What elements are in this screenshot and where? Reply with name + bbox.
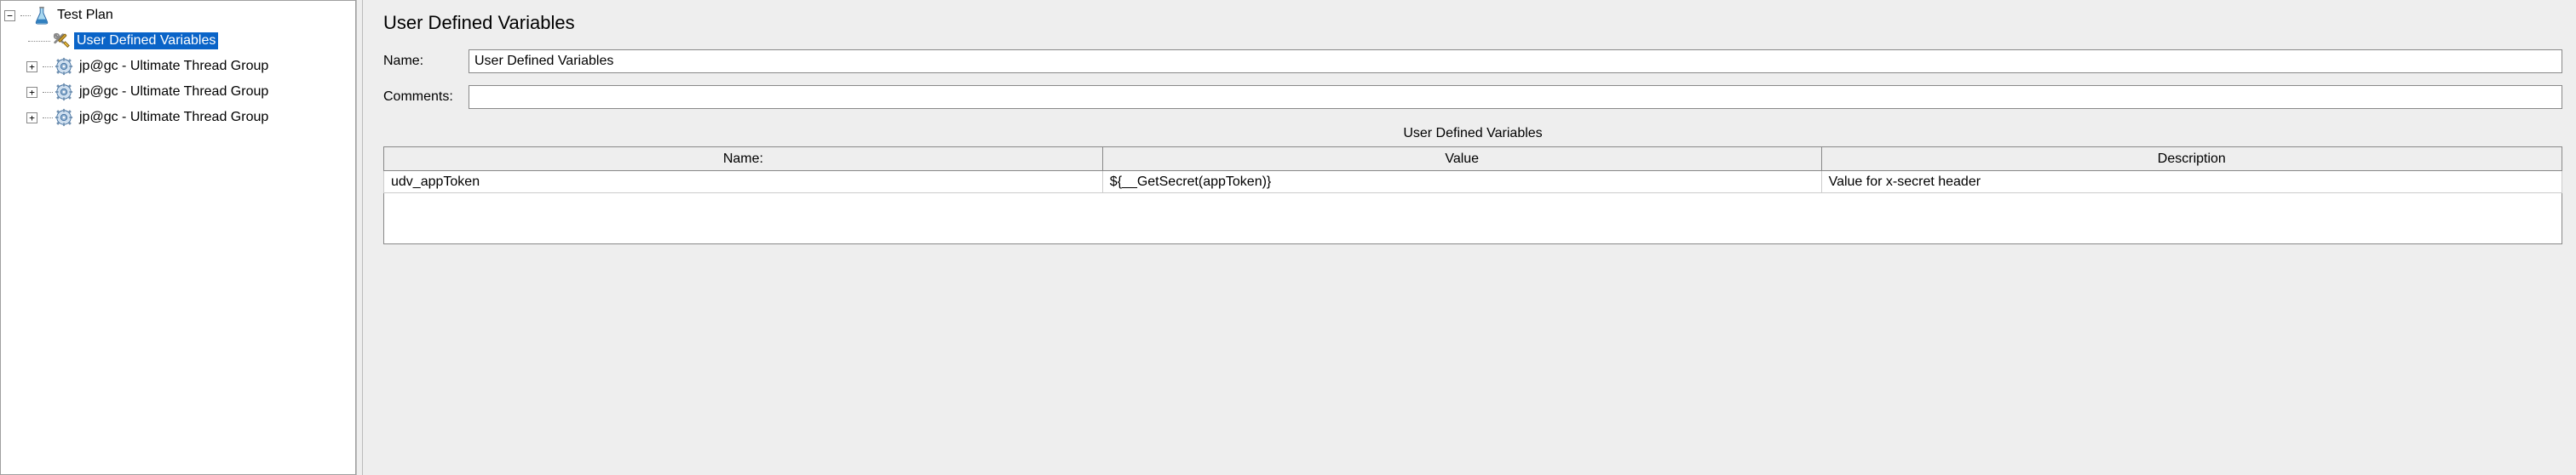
content-panel: User Defined Variables Name: Comments: U… bbox=[363, 0, 2576, 475]
expand-icon[interactable]: + bbox=[26, 87, 37, 98]
comments-label: Comments: bbox=[383, 89, 469, 105]
table-cell-description[interactable]: Value for x-secret header bbox=[1821, 171, 2562, 193]
tree-node-label: User Defined Variables bbox=[74, 32, 218, 49]
tree-panel: − Test Plan User Defined Variables + bbox=[0, 0, 356, 475]
tree-connector bbox=[28, 41, 50, 42]
tree-node-thread-group[interactable]: + jp@gc - Ultimate Thread Group bbox=[3, 54, 354, 79]
gear-icon bbox=[55, 83, 73, 101]
table-empty-area[interactable] bbox=[384, 193, 2562, 244]
collapse-icon[interactable]: − bbox=[4, 10, 15, 21]
table-section-title: User Defined Variables bbox=[383, 126, 2562, 141]
tree-node-test-plan[interactable]: − Test Plan bbox=[3, 3, 354, 28]
name-input[interactable] bbox=[469, 49, 2562, 73]
name-label: Name: bbox=[383, 54, 469, 69]
variables-table: Name: Value Description udv_appToken ${_… bbox=[383, 146, 2562, 244]
expand-icon[interactable]: + bbox=[26, 61, 37, 72]
tree-connector bbox=[43, 117, 53, 118]
comments-input[interactable] bbox=[469, 85, 2562, 109]
expand-icon[interactable]: + bbox=[26, 112, 37, 123]
tree-node-label: jp@gc - Ultimate Thread Group bbox=[77, 58, 271, 75]
tree-node-label: jp@gc - Ultimate Thread Group bbox=[77, 83, 271, 100]
table-row[interactable]: udv_appToken ${__GetSecret(appToken)} Va… bbox=[384, 171, 2562, 193]
table-cell-value[interactable]: ${__GetSecret(appToken)} bbox=[1102, 171, 1821, 193]
comments-field-row: Comments: bbox=[383, 85, 2562, 109]
tree-connector bbox=[43, 92, 53, 93]
name-field-row: Name: bbox=[383, 49, 2562, 73]
tree-connector bbox=[43, 66, 53, 67]
tree-node-label: Test Plan bbox=[55, 7, 116, 24]
config-icon bbox=[52, 31, 71, 50]
table-cell-name[interactable]: udv_appToken bbox=[384, 171, 1103, 193]
table-header-description[interactable]: Description bbox=[1821, 147, 2562, 171]
gear-icon bbox=[55, 108, 73, 127]
tree-node-user-defined-variables[interactable]: User Defined Variables bbox=[3, 28, 354, 54]
tree-node-thread-group[interactable]: + jp@gc - Ultimate Thread Group bbox=[3, 79, 354, 105]
tree-connector bbox=[20, 15, 31, 16]
table-header-value[interactable]: Value bbox=[1102, 147, 1821, 171]
splitter-handle[interactable] bbox=[356, 0, 363, 475]
tree-node-label: jp@gc - Ultimate Thread Group bbox=[77, 109, 271, 126]
table-header-name[interactable]: Name: bbox=[384, 147, 1103, 171]
tree-node-thread-group[interactable]: + jp@gc - Ultimate Thread Group bbox=[3, 105, 354, 130]
page-title: User Defined Variables bbox=[383, 12, 2562, 34]
gear-icon bbox=[55, 57, 73, 76]
flask-icon bbox=[32, 6, 51, 25]
